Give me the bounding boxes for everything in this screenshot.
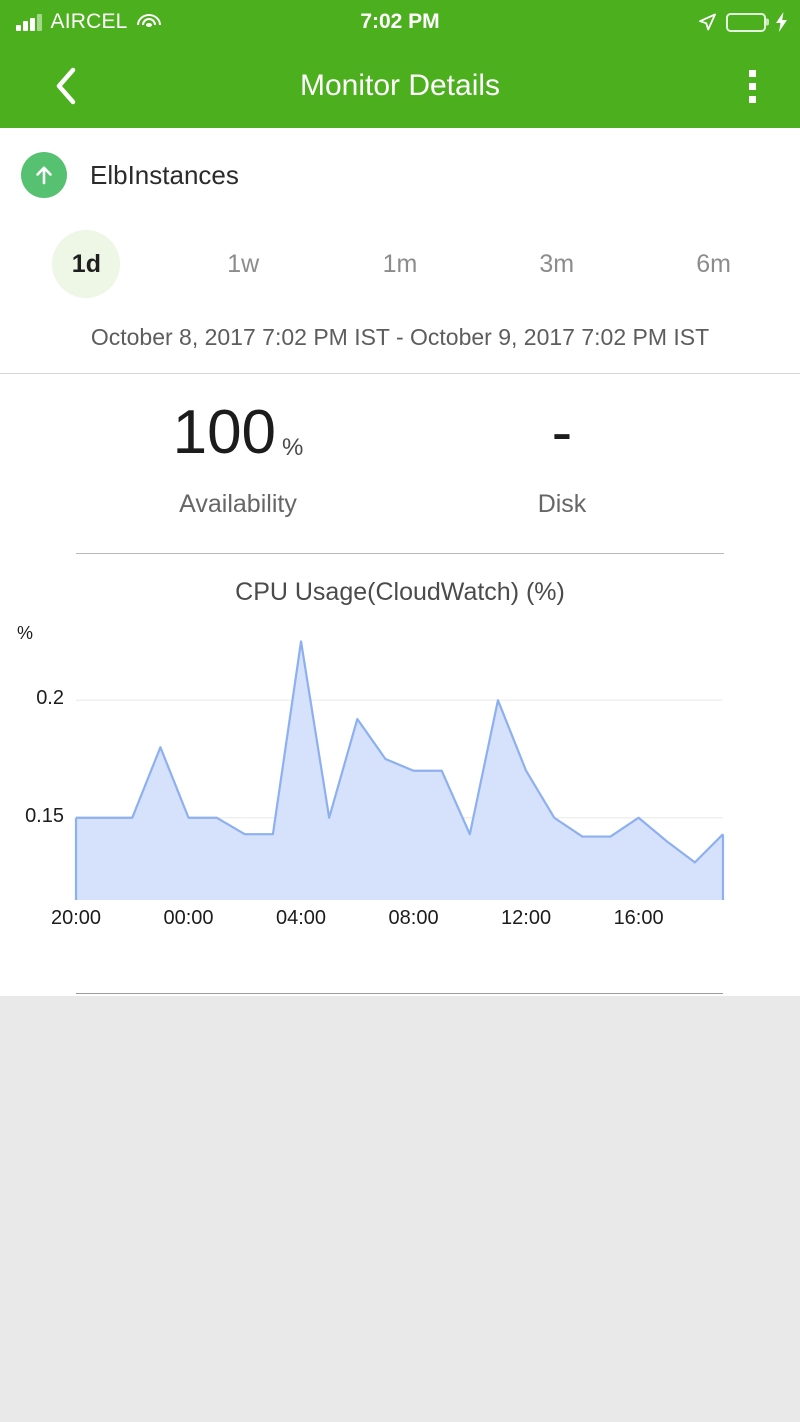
metric-availability-number: 100 [172,398,277,467]
more-vertical-icon [749,69,756,77]
date-range-label: October 8, 2017 7:02 PM IST - October 9,… [0,316,800,373]
metric-disk-number: - [551,398,573,467]
period-tabs: 1d 1w 1m 3m 6m [0,212,800,316]
navigation-bar: Monitor Details [0,44,800,128]
period-tab-6m[interactable]: 6m [635,212,792,316]
monitor-name: ElbInstances [90,159,239,190]
monitor-details-screen: AIRCEL 7:02 PM Monitor Details ElbInstan… [0,0,800,1422]
overflow-menu-button[interactable] [749,69,756,103]
location-arrow-icon [699,13,716,31]
metric-availability-value: 100% [76,402,400,464]
chart-title: CPU Usage(CloudWatch) (%) [235,578,565,606]
metrics-row: 100% Availability - Disk [0,402,800,519]
chart-y-axis-unit: % [17,623,34,643]
card-bottom-divider [76,993,723,994]
metrics-card: 100% Availability - Disk CPU Usage(Cloud… [0,374,800,996]
metrics-chart-divider [76,553,724,554]
page-title: Monitor Details [299,69,501,102]
monitor-identity-row: ElbInstances [0,152,800,198]
chart-x-tick-2000: 20:00 [50,907,102,929]
status-bar-clock: 7:02 PM [360,10,440,33]
metric-availability-label: Availability [179,490,297,518]
period-tab-1d-label: 1d [52,230,121,298]
chart-x-tick-0000: 00:00 [163,907,214,929]
period-tab-1w[interactable]: 1w [165,212,322,316]
metric-availability-unit: % [282,434,304,461]
status-badge [21,152,67,198]
metric-availability: 100% Availability [76,402,400,519]
chart-x-tick-0400: 04:00 [276,907,327,929]
status-bar-right [697,12,788,32]
period-tab-3m[interactable]: 3m [478,212,635,316]
period-tab-1w-label: 1w [227,249,260,278]
period-tab-1d[interactable]: 1d [8,212,165,316]
chart-x-tick-1200: 12:00 [501,907,552,929]
chart-y-tick-0.2: 0.2 [36,687,64,710]
arrow-up-icon [36,166,52,185]
metric-disk: - Disk [400,402,724,519]
chart-x-tick-0800: 08:00 [388,907,439,929]
lightning-bolt-icon [776,12,787,32]
chart-x-tick-1600: 16:00 [613,907,664,929]
period-tab-1m-label: 1m [382,249,418,278]
status-bar: AIRCEL 7:02 PM [0,0,800,44]
period-tab-1m[interactable]: 1m [322,212,479,316]
period-tab-3m-label: 3m [539,249,575,278]
metric-disk-label: Disk [537,490,587,518]
chart-plot-area [74,640,725,900]
cpu-usage-chart: % 0.15 0.2 20:00 00:00 04:00 08:00 12:00 16:00 [0,615,800,955]
monitor-header: ElbInstances 1d 1w 1m 3m 6m October 8, 2… [0,128,800,373]
chart-y-tick-0.15: 0.15 [25,804,64,827]
period-tab-6m-label: 6m [696,249,731,278]
battery-icon [726,12,766,32]
metric-disk-value: - [400,402,724,464]
